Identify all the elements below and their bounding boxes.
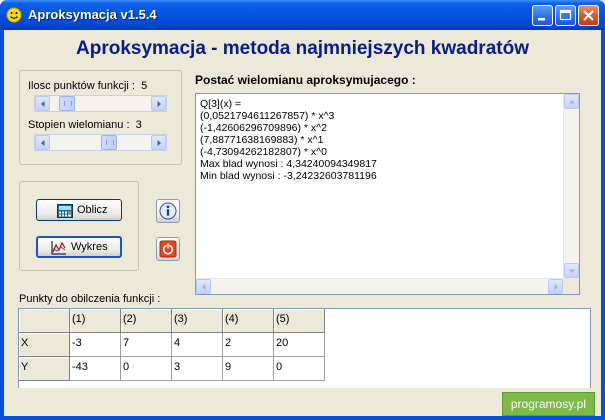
window-frame-bottom: [0, 416, 605, 420]
result-line: Q[3](x) =: [200, 98, 242, 110]
degree-caption: Stopien wielomianu :: [28, 119, 130, 131]
maximize-button[interactable]: [555, 5, 576, 26]
exit-button[interactable]: [156, 237, 180, 261]
compute-button[interactable]: Oblicz: [36, 199, 122, 221]
close-icon: [583, 10, 594, 21]
grid-cell-y[interactable]: 9: [223, 357, 274, 381]
points-slider-right-arrow[interactable]: [151, 96, 166, 111]
grid-header-cell: (3): [172, 309, 223, 333]
degree-slider-left-arrow[interactable]: [35, 135, 50, 150]
degree-label: Stopien wielomianu : 3: [28, 119, 142, 131]
brand-badge: programosy.pl: [501, 392, 595, 416]
arrow-up-icon: [569, 100, 575, 104]
arrow-right-icon: [157, 140, 161, 146]
scroll-corner: [563, 278, 579, 294]
degree-slider-thumb[interactable]: [101, 135, 117, 150]
grid-cell-x[interactable]: -3: [70, 333, 121, 357]
info-icon: [159, 202, 177, 220]
result-text: Q[3](x) = (0,0521794611267857) * x^3 (-1…: [200, 98, 377, 182]
arrow-left-icon: [202, 284, 206, 290]
result-line: Min blad wynosi : -3,24232603781196: [200, 170, 377, 182]
points-grid[interactable]: (1) (2) (3) (4) (5) X -3 7 4 2 20 Y -43 …: [18, 308, 591, 392]
chart-button-label: Wykres: [71, 241, 108, 253]
grid-row-header: X: [19, 333, 70, 357]
result-memo[interactable]: Q[3](x) = (0,0521794611267857) * x^3 (-1…: [195, 93, 580, 295]
grid-cell-x[interactable]: 20: [274, 333, 325, 357]
page-title: Aproksymacja - metoda najmniejszych kwad…: [76, 38, 529, 59]
chart-icon: [51, 241, 66, 255]
arrow-right-icon: [554, 284, 558, 290]
smiley-icon: [6, 7, 22, 23]
client-area: Aproksymacja - metoda najmniejszych kwad…: [4, 30, 601, 416]
minimize-button[interactable]: [532, 5, 553, 26]
points-label: Punkty do obilczenia funkcji :: [19, 293, 161, 305]
scroll-right-arrow[interactable]: [548, 279, 563, 294]
grid-row-header: Y: [19, 357, 70, 381]
result-horizontal-scrollbar[interactable]: [196, 278, 563, 294]
arrow-down-icon: [569, 269, 575, 273]
grid-cell-y[interactable]: -43: [70, 357, 121, 381]
degree-value: 3: [135, 119, 142, 131]
points-count-value: 5: [141, 80, 148, 92]
result-line: (-1,42606296709896) * x^2: [200, 122, 327, 134]
scroll-up-arrow[interactable]: [564, 94, 579, 109]
points-count-label: Ilosc punktów funkcji : 5: [28, 80, 147, 92]
close-button[interactable]: [578, 5, 599, 26]
grid-cell-x[interactable]: 7: [121, 333, 172, 357]
scroll-left-arrow[interactable]: [196, 279, 211, 294]
arrow-right-icon: [157, 101, 161, 107]
degree-slider-right-arrow[interactable]: [151, 135, 166, 150]
result-line: (-4,73094262182807) * x^0: [200, 146, 327, 158]
application-window: Aproksymacja v1.5.4 Aproksymacja - metod…: [0, 0, 605, 420]
points-slider-left-arrow[interactable]: [35, 96, 50, 111]
grid-corner-cell: [19, 309, 70, 333]
grid-header-cell: (1): [70, 309, 121, 333]
scroll-down-arrow[interactable]: [564, 263, 579, 278]
arrow-left-icon: [41, 140, 45, 146]
grid-cell-x[interactable]: 4: [172, 333, 223, 357]
grid-cell-y[interactable]: 3: [172, 357, 223, 381]
grid-header-cell: (2): [121, 309, 172, 333]
calculator-icon: [57, 204, 73, 218]
result-vertical-scrollbar[interactable]: [563, 94, 579, 278]
settings-group: Ilosc punktów funkcji : 5 Stopien wielom…: [19, 70, 182, 165]
grid-cell-y[interactable]: 0: [274, 357, 325, 381]
status-bar: programosy.pl: [4, 388, 601, 416]
degree-slider[interactable]: [34, 134, 167, 151]
grid-header-cell: (4): [223, 309, 274, 333]
points-count-slider[interactable]: [34, 95, 167, 112]
result-line: (0,0521794611267857) * x^3: [200, 110, 335, 122]
maximize-icon: [559, 9, 572, 21]
grid-cell-x[interactable]: 2: [223, 333, 274, 357]
chart-button[interactable]: Wykres: [36, 236, 122, 258]
result-heading: Postać wielomianu aproksymujacego :: [195, 73, 416, 87]
window-frame-left: [0, 30, 4, 420]
points-slider-thumb[interactable]: [59, 96, 75, 111]
grid-header-cell: (5): [274, 309, 325, 333]
points-count-caption: Ilosc punktów funkcji :: [28, 80, 135, 92]
arrow-left-icon: [41, 101, 45, 107]
compute-button-label: Oblicz: [77, 204, 108, 216]
info-button[interactable]: [156, 199, 180, 223]
power-icon: [159, 240, 177, 258]
window-title: Aproksymacja v1.5.4: [28, 7, 157, 22]
title-bar[interactable]: Aproksymacja v1.5.4: [0, 0, 605, 30]
grid-cell-y[interactable]: 0: [121, 357, 172, 381]
window-frame-right: [601, 30, 605, 420]
minimize-icon: [538, 18, 545, 21]
result-line: Max blad wynosi : 4,34240094349817: [200, 158, 377, 170]
result-line: (7,88771638169883) * x^1: [200, 134, 324, 146]
